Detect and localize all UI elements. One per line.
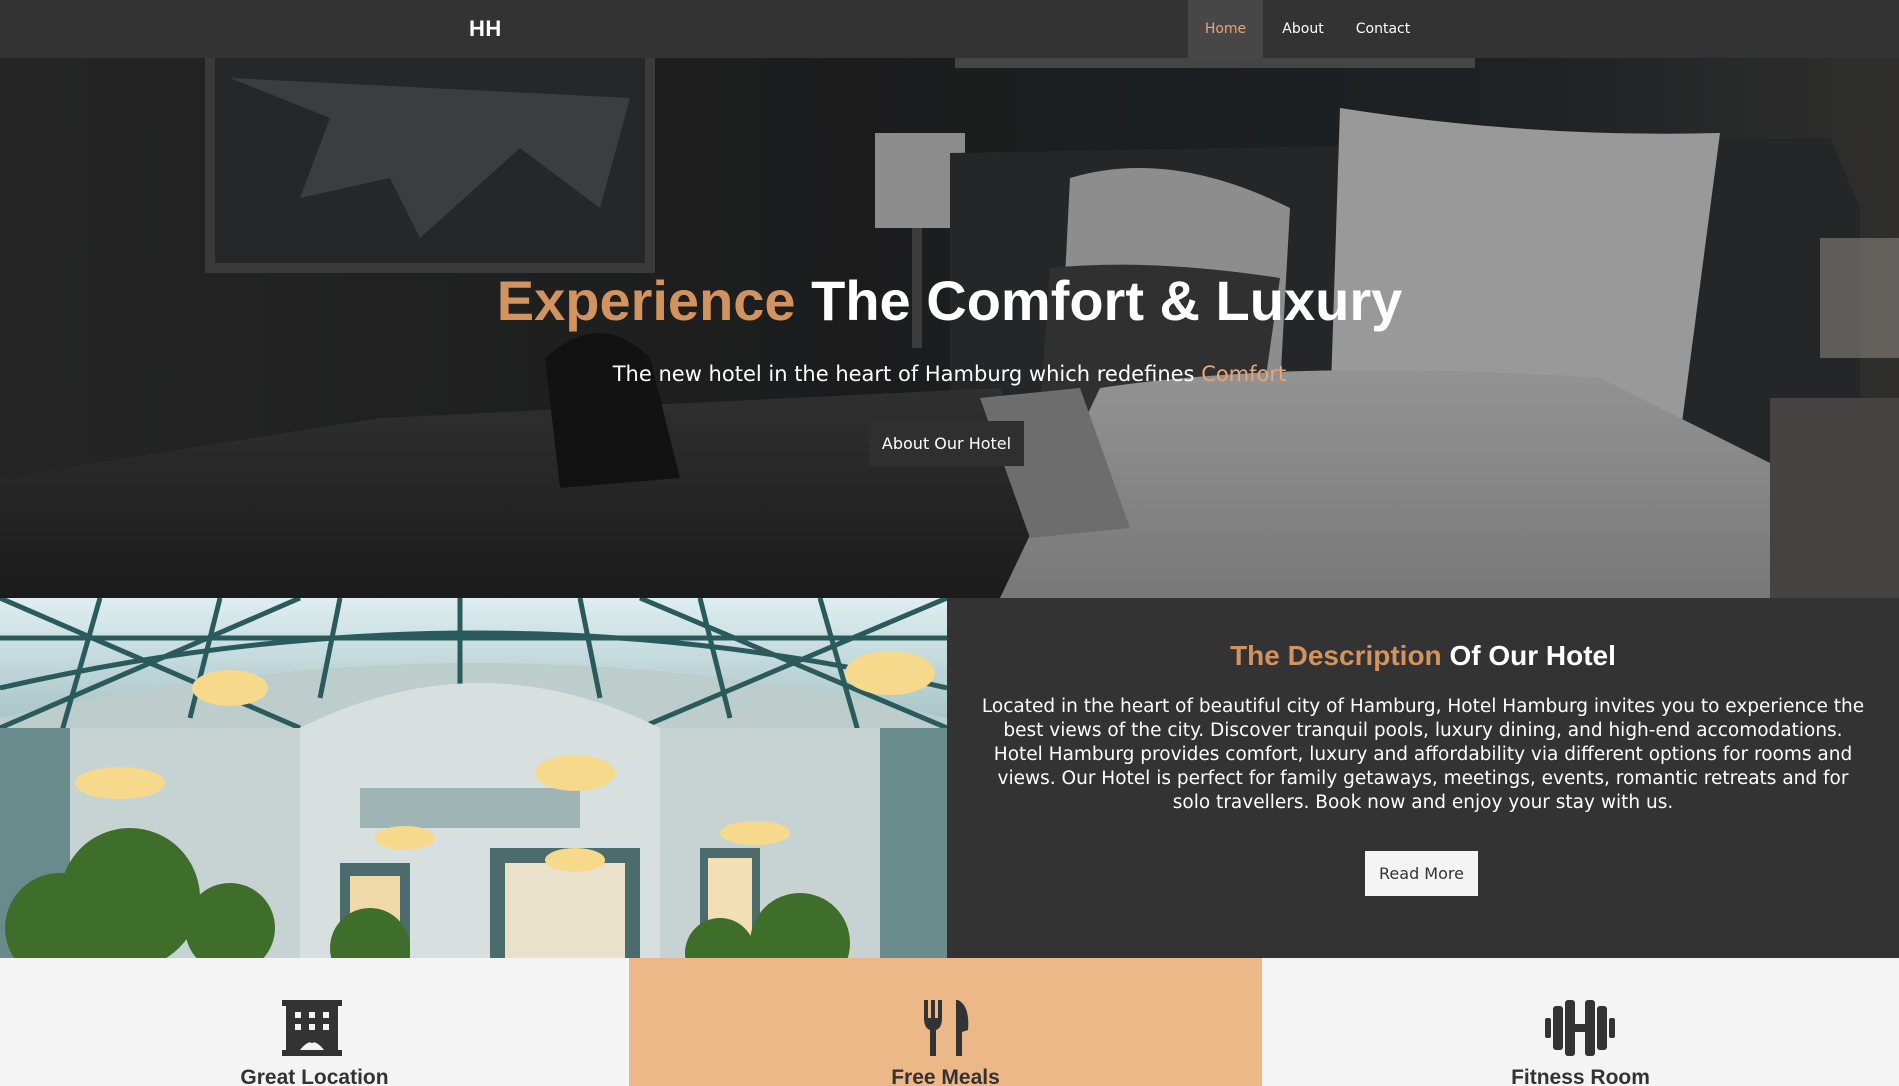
hero-section: Experience The Comfort & Luxury The new …	[0, 58, 1899, 598]
hero-subtitle-accent: Comfort	[1201, 362, 1287, 386]
feature-label: Great Location	[240, 1066, 389, 1086]
fork-knife-icon	[924, 1000, 969, 1056]
hero-subtitle: The new hotel in the heart of Hamburg wh…	[0, 362, 1899, 386]
hotel-building-icon	[282, 1000, 342, 1056]
nav-link-home[interactable]: Home	[1188, 0, 1263, 58]
about-our-hotel-button[interactable]: About Our Hotel	[869, 421, 1024, 466]
hotel-description-panel: The Description Of Our Hotel Located in …	[947, 598, 1899, 958]
description-title-accent: The Description	[1230, 640, 1442, 671]
description-title-rest: Of Our Hotel	[1449, 640, 1616, 671]
read-more-button[interactable]: Read More	[1365, 851, 1478, 896]
description-title: The Description Of Our Hotel	[947, 640, 1899, 672]
features-section: Great Location Free Meals Fitness Room	[0, 958, 1899, 1086]
hotel-atrium-image	[0, 598, 947, 958]
hero-title-accent: Experience	[496, 269, 796, 332]
hero-title: Experience The Comfort & Luxury	[0, 268, 1899, 333]
description-text: Located in the heart of beautiful city o…	[981, 696, 1865, 813]
feature-great-location: Great Location	[0, 958, 629, 1086]
feature-fitness-room: Fitness Room	[1262, 958, 1899, 1086]
feature-label: Fitness Room	[1511, 1066, 1650, 1086]
brand-logo[interactable]: HH	[469, 16, 502, 42]
feature-free-meals: Free Meals	[629, 958, 1262, 1086]
dumbbell-icon	[1545, 1000, 1615, 1056]
feature-label: Free Meals	[891, 1066, 1000, 1086]
nav-link-about[interactable]: About	[1263, 0, 1343, 58]
hero-title-rest: The Comfort & Luxury	[811, 269, 1403, 332]
nav-link-contact[interactable]: Contact	[1343, 0, 1423, 58]
hero-subtitle-main: The new hotel in the heart of Hamburg wh…	[612, 362, 1195, 386]
nav-links: Home About Contact	[1188, 0, 1423, 58]
top-navbar: HH Home About Contact	[0, 0, 1899, 58]
